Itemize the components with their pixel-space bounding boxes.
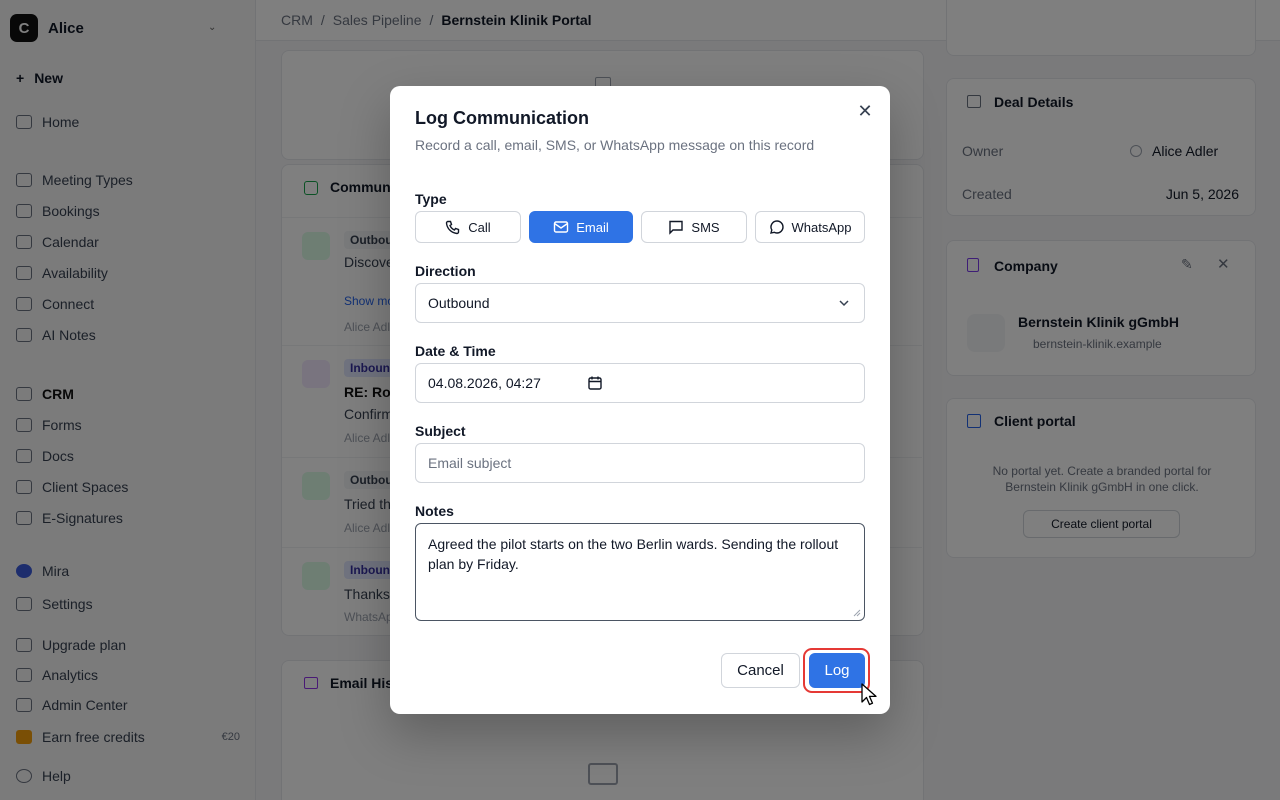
dialog-title: Log Communication (415, 108, 589, 128)
log-communication-dialog: Log Communication Record a call, email, … (390, 86, 890, 714)
notes-value: Agreed the pilot starts on the two Berli… (428, 536, 839, 572)
type-email-label: Email (576, 219, 609, 235)
type-sms-label: SMS (691, 219, 720, 235)
type-call-button[interactable]: Call (415, 211, 521, 243)
mail-icon (554, 221, 569, 233)
type-sms-button[interactable]: SMS (641, 211, 747, 243)
message-square-icon (669, 220, 684, 235)
subject-placeholder: Email subject (428, 455, 512, 471)
log-button-label: Log (824, 662, 850, 679)
notes-label: Notes (415, 503, 454, 519)
type-call-label: Call (468, 219, 491, 235)
close-icon[interactable]: ✕ (856, 102, 874, 120)
datetime-label: Date & Time (415, 343, 496, 359)
cancel-button[interactable]: Cancel (721, 653, 800, 688)
notes-textarea[interactable]: Agreed the pilot starts on the two Berli… (415, 523, 865, 621)
type-whatsapp-label: WhatsApp (791, 219, 852, 235)
type-whatsapp-button[interactable]: WhatsApp (755, 211, 865, 243)
datetime-input[interactable]: 04.08.2026, 04:27 (415, 363, 865, 403)
message-circle-icon (769, 220, 784, 234)
phone-icon (446, 220, 460, 235)
calendar-icon[interactable] (588, 376, 602, 390)
cancel-button-label: Cancel (737, 662, 784, 679)
type-label: Type (415, 191, 447, 207)
direction-label: Direction (415, 263, 476, 279)
dialog-description: Record a call, email, SMS, or WhatsApp m… (415, 137, 815, 153)
resize-handle-icon[interactable] (853, 609, 861, 617)
chevron-down-icon (839, 300, 849, 307)
subject-label: Subject (415, 423, 466, 439)
mouse-pointer-icon (861, 683, 877, 706)
subject-input[interactable]: Email subject (415, 443, 865, 483)
datetime-value: 04.08.2026, 04:27 (428, 375, 541, 391)
type-email-button[interactable]: Email (529, 211, 633, 243)
direction-select[interactable]: Outbound (415, 283, 865, 323)
log-button[interactable]: Log (809, 653, 865, 688)
direction-value: Outbound (428, 295, 490, 311)
